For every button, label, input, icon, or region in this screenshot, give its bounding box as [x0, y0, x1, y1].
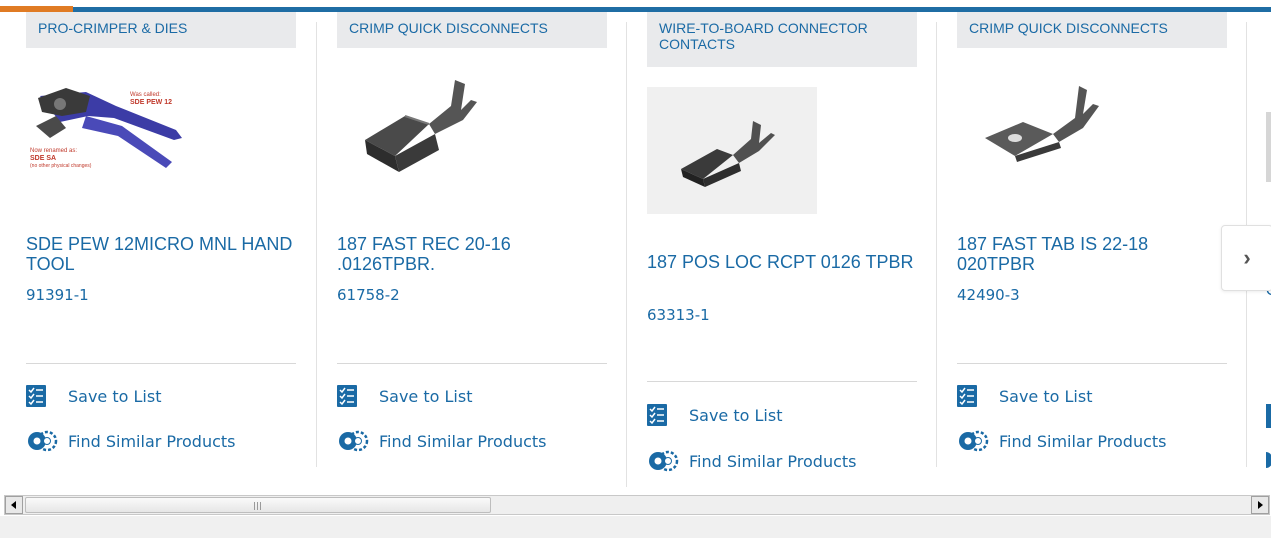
save-to-list-button[interactable]: Save to List	[957, 384, 1092, 408]
product-image[interactable]: Was called: SDE PEW 12 Now renamed as: S…	[26, 82, 188, 182]
save-to-list-button[interactable]: Save to List	[647, 403, 782, 427]
part-number[interactable]: 63313-1	[647, 306, 710, 324]
product-image[interactable]	[355, 76, 485, 184]
find-similar-label: Find Similar Products	[68, 431, 236, 451]
chevron-right-icon: ›	[1243, 245, 1251, 270]
find-similar-button[interactable]: Find Similar Products	[957, 429, 1167, 453]
part-number[interactable]: 42490-3	[957, 286, 1020, 304]
save-to-list-label: Save to List	[999, 386, 1093, 406]
scrollbar-thumb[interactable]	[25, 497, 491, 513]
product-title[interactable]: 187 FAST TAB IS 22-18 020TPBR	[957, 234, 1227, 274]
list-check-icon	[647, 404, 667, 426]
product-title[interactable]: 187 FAST REC 20-16 .0126TPBR.	[337, 234, 607, 274]
list-check-icon	[957, 385, 977, 407]
find-similar-label: Find Similar Products	[689, 451, 857, 471]
find-similar-button[interactable]: Find Similar Products	[647, 449, 857, 473]
category-label[interactable]: CRIMP QUICK DISCONNECTS	[337, 12, 607, 48]
horizontal-scrollbar[interactable]	[4, 495, 1270, 515]
product-card: CRIMP QUICK DISCONNECTS 187 FAST TAB IS …	[957, 12, 1227, 487]
product-carousel: PRO-CRIMPER & DIES Was called: SDE PEW 1…	[0, 12, 1271, 492]
card-separator	[936, 22, 937, 467]
part-number[interactable]: 61758-2	[337, 286, 400, 304]
list-check-icon	[337, 385, 357, 407]
carousel-next-button[interactable]: ›	[1221, 225, 1271, 291]
save-to-list-button[interactable]: Save to List	[26, 384, 161, 408]
save-to-list-label: Save to List	[68, 386, 162, 406]
list-check-icon	[26, 385, 46, 407]
image-caption: Was called:	[130, 92, 161, 98]
gear-similar-icon	[26, 429, 58, 453]
find-similar-label: Find Similar Products	[999, 431, 1167, 451]
product-title[interactable]: SDE PEW 12MICRO MNL HAND TOOL	[26, 234, 296, 274]
next-card-icon-peek	[1266, 404, 1271, 428]
gear-similar-icon	[337, 429, 369, 453]
find-similar-button[interactable]: Find Similar Products	[26, 429, 236, 453]
product-card: PRO-CRIMPER & DIES Was called: SDE PEW 1…	[26, 12, 296, 487]
product-card: WIRE-TO-BOARD CONNECTOR CONTACTS 187 POS…	[647, 12, 917, 487]
category-label[interactable]: CRIMP QUICK DISCONNECTS	[957, 12, 1227, 48]
next-card-image-peek	[1266, 112, 1271, 182]
save-to-list-label: Save to List	[689, 405, 783, 425]
card-divider	[26, 363, 296, 364]
product-card: CRIMP QUICK DISCONNECTS 187 FAST REC 20-…	[337, 12, 607, 487]
card-divider	[957, 363, 1227, 364]
card-divider	[337, 363, 607, 364]
card-separator	[316, 22, 317, 467]
card-divider	[647, 381, 917, 382]
next-card-icon-peek	[1266, 452, 1271, 468]
scrollbar-grip	[254, 502, 262, 510]
product-image[interactable]	[979, 76, 1109, 176]
part-number[interactable]: 91391-1	[26, 286, 89, 304]
card-separator	[626, 22, 627, 487]
find-similar-label: Find Similar Products	[379, 431, 547, 451]
image-caption: SDE PEW 12	[130, 99, 172, 106]
gear-similar-icon	[647, 449, 679, 473]
image-caption: (no other physical changes)	[30, 163, 92, 169]
product-image[interactable]	[647, 87, 817, 214]
product-title[interactable]: 187 POS LOC RCPT 0126 TPBR	[647, 252, 917, 272]
gear-similar-icon	[957, 429, 989, 453]
save-to-list-label: Save to List	[379, 386, 473, 406]
image-caption: SDE SA	[30, 155, 56, 162]
save-to-list-button[interactable]: Save to List	[337, 384, 472, 408]
scroll-right-arrow[interactable]	[1251, 496, 1269, 514]
find-similar-button[interactable]: Find Similar Products	[337, 429, 547, 453]
image-caption: Now renamed as:	[30, 148, 77, 154]
page-footer-area	[0, 516, 1271, 538]
category-label[interactable]: PRO-CRIMPER & DIES	[26, 12, 296, 48]
scroll-left-arrow[interactable]	[5, 496, 23, 514]
category-label[interactable]: WIRE-TO-BOARD CONNECTOR CONTACTS	[647, 12, 917, 67]
top-accent-bar	[0, 0, 1271, 12]
